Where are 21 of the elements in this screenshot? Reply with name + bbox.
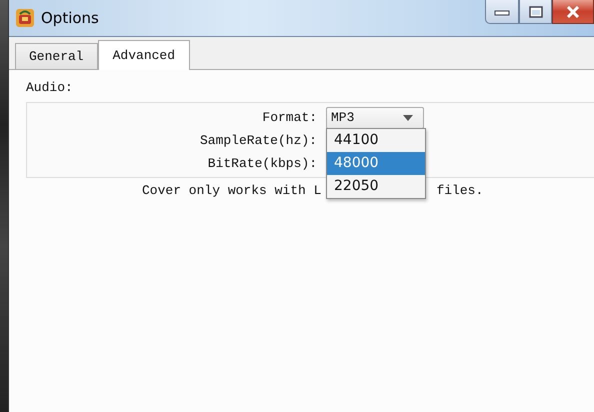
format-dropdown[interactable]: MP3: [326, 106, 424, 128]
dropdown-option[interactable]: 22050: [327, 175, 425, 198]
close-icon: [566, 6, 580, 18]
tab[interactable]: General: [15, 43, 98, 69]
section-label: Audio:: [26, 80, 74, 96]
maximize-icon: [528, 6, 542, 18]
tab[interactable]: Advanced: [98, 40, 190, 70]
dropdown-option[interactable]: 48000: [327, 152, 425, 175]
window-title: Options: [41, 9, 99, 27]
dropdown-option[interactable]: 44100: [327, 129, 425, 152]
note-text: files.: [436, 183, 484, 200]
close-button[interactable]: [552, 0, 594, 24]
caret-icon: [403, 114, 413, 120]
field-label: SampleRate(hz):: [198, 133, 317, 148]
minimize-icon: [494, 8, 510, 16]
app-icon: [16, 9, 34, 27]
maximize-button[interactable]: [519, 0, 552, 24]
field-label: Format:: [261, 110, 317, 125]
note-text: Cover only works with L: [142, 183, 322, 200]
field-label: BitRate(kbps):: [206, 156, 317, 171]
minimize-button[interactable]: [485, 0, 519, 24]
